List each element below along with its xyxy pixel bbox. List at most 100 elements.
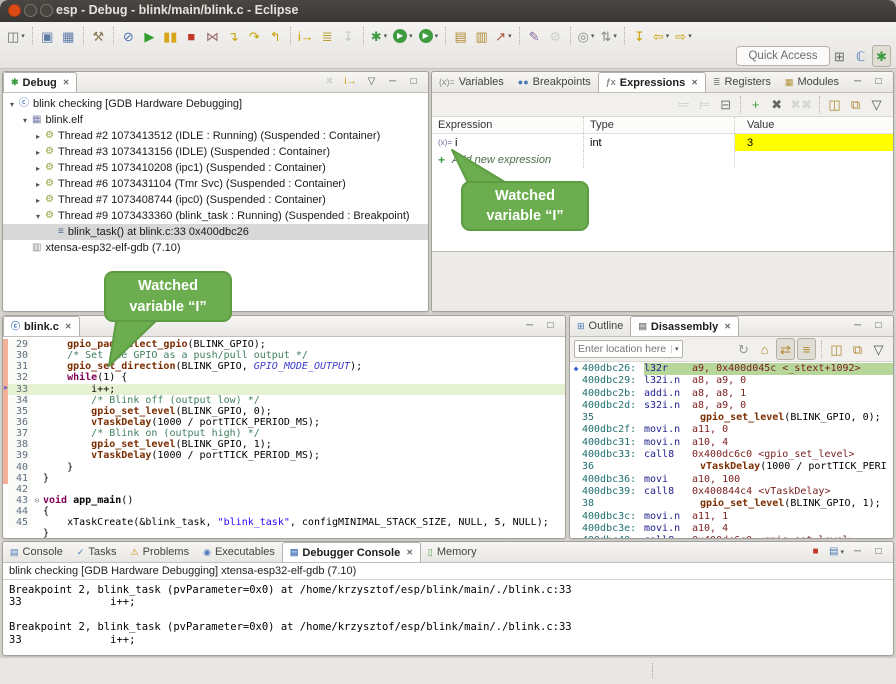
disassembly-tab-close-icon[interactable]: ✕ [724, 322, 731, 331]
minimize-view-button[interactable]: ─ [848, 73, 867, 91]
sync-with-active-context-button[interactable]: ⇄ [776, 338, 795, 360]
maximize-view-button[interactable]: □ [869, 73, 888, 91]
line-number[interactable]: 43 [8, 495, 31, 506]
new-wizard-dropdown[interactable]: ▾ [21, 33, 25, 40]
disassembly-line[interactable]: 38gpio_set_level(BLINK_GPIO, 1); [570, 498, 893, 510]
refresh-button[interactable]: ⚙ [546, 25, 565, 47]
tab-debug[interactable]: ✱Debug✕ [3, 72, 77, 92]
view-menu-button[interactable]: ▽ [869, 338, 888, 360]
line-number[interactable]: 33 [8, 384, 31, 395]
code-text[interactable]: /* Blink on (output high) */ [43, 428, 565, 439]
remove-expression-button[interactable]: ✖ [767, 94, 786, 116]
line-number[interactable]: 37 [8, 428, 31, 439]
tab-problems[interactable]: ⚠Problems [124, 542, 197, 562]
tab-outline[interactable]: ⊞Outline [570, 316, 630, 336]
code-text[interactable]: vTaskDelay(1000 / portTICK_PERIOD_MS); [43, 417, 565, 428]
disassembly-line[interactable]: 400dbc39:call80x400844c4 <vTaskDelay> [570, 486, 893, 498]
step-over-button[interactable]: ↷ [245, 25, 264, 47]
tab-tasks[interactable]: ✓Tasks [70, 542, 124, 562]
line-number[interactable]: 36 [8, 417, 31, 428]
debug-tree-item[interactable]: ▾ⓒblink checking [GDB Hardware Debugging… [3, 96, 428, 112]
code-text[interactable]: vTaskDelay(1000 / portTICK_PERIOD_MS); [43, 450, 565, 461]
code-line[interactable]: 38 gpio_set_level(BLINK_GPIO, 1); [3, 439, 565, 450]
code-text[interactable]: /* Set the GPIO as a push/pull output */ [43, 350, 565, 361]
code-line[interactable]: 44{ [3, 506, 565, 517]
debug-tree-item[interactable]: ▾⚙Thread #9 1073433360 (blink_task : Run… [3, 208, 428, 224]
debug-tree-item[interactable]: ▥xtensa-esp32-elf-gdb (7.10) [3, 240, 428, 256]
tab-breakpoints[interactable]: ●●Breakpoints [511, 72, 598, 92]
debug-button[interactable]: ✱▾ [369, 25, 389, 47]
code-line[interactable]: 39 vTaskDelay(1000 / portTICK_PERIOD_MS)… [3, 450, 565, 461]
open-new-view-button[interactable]: ⧉ [846, 94, 865, 116]
code-text[interactable]: xTaskCreate(&blink_task, "blink_task", c… [43, 517, 565, 528]
code-text[interactable]: } [43, 473, 565, 484]
open-perspective-button[interactable]: ⊞ [830, 45, 849, 67]
tab-disassembly[interactable]: ▤Disassembly✕ [630, 316, 738, 336]
location-dropdown-icon[interactable]: ▾ [671, 345, 682, 353]
view-menu-button[interactable]: ▽ [867, 94, 886, 116]
disassembly-line[interactable]: 400dbc31:movi.na10, 4 [570, 437, 893, 449]
blink-c-tab-close-icon[interactable]: ✕ [65, 322, 72, 331]
tab-memory[interactable]: ▯Memory [421, 542, 484, 562]
show-logical-structures-button[interactable]: ⊨ [695, 94, 714, 116]
back-history-dropdown[interactable]: ▾ [666, 33, 670, 40]
step-return-button[interactable]: ↰ [266, 25, 285, 47]
minimize-view-button[interactable]: ─ [848, 317, 867, 335]
debugger-console-tab-close-icon[interactable]: ✕ [406, 548, 413, 557]
code-line[interactable]: 37 /* Blink on (output high) */ [3, 428, 565, 439]
code-line[interactable]: 42 [3, 484, 565, 495]
disassembly-line[interactable]: ◆400dbc26:l32ra9, 0x400d045c <_stext+109… [570, 363, 893, 375]
code-line[interactable]: 30 /* Set the GPIO as a push/pull output… [3, 350, 565, 361]
code-line[interactable]: 33 i++;➤ [3, 384, 565, 395]
flash-target-button[interactable]: ↗▾ [493, 25, 513, 47]
code-text[interactable]: /* Blink off (output low) */ [43, 395, 565, 406]
disassembly-line[interactable]: 35gpio_set_level(BLINK_GPIO, 0); [570, 412, 893, 424]
show-debug-context-button[interactable]: ≣ [318, 25, 337, 47]
tree-expander-icon[interactable]: ▾ [7, 100, 17, 109]
format-button[interactable]: ✎ [525, 25, 544, 47]
console-output[interactable]: Breakpoint 2, blink_task (pvParameter=0x… [3, 580, 893, 650]
tree-expander-icon[interactable]: ▾ [33, 212, 43, 221]
pin-editor-dropdown[interactable]: ▾ [591, 33, 595, 40]
code-line[interactable]: 41} [3, 473, 565, 484]
build-button[interactable]: ⚒ [89, 25, 108, 47]
remove-all-terminated-button[interactable]: ✖ [320, 73, 339, 91]
cpp-perspective-button[interactable]: ℂ [851, 45, 870, 67]
code-line[interactable]: 40 } [3, 462, 565, 473]
debug-tree-item[interactable]: ▾▦blink.elf [3, 112, 428, 128]
disassembly-line[interactable]: 400dbc3c:movi.na11, 1 [570, 511, 893, 523]
column-header-value[interactable]: Value [735, 117, 893, 133]
pin-editor-button[interactable]: ◎▾ [576, 25, 597, 47]
tree-expander-icon[interactable]: ▸ [33, 180, 43, 189]
debug-tab-close-icon[interactable]: ✕ [63, 78, 70, 87]
maximize-view-button[interactable]: □ [404, 73, 423, 91]
save-all-button[interactable]: ▦ [59, 25, 78, 47]
code-line[interactable]: 43⊖void app_main() [3, 495, 565, 506]
debug-tree-item[interactable]: ≡blink_task() at blink.c:33 0x400dbc26 [3, 224, 428, 240]
tab-executables[interactable]: ◉Executables [196, 542, 282, 562]
debug-dropdown[interactable]: ▾ [384, 33, 388, 40]
tree-expander-icon[interactable]: ▸ [33, 132, 43, 141]
disassembly-line[interactable]: 400dbc2d:s32i.na8, a9, 0 [570, 400, 893, 412]
open-project-button[interactable]: ▥ [472, 25, 491, 47]
step-into-button[interactable]: ↴ [224, 25, 243, 47]
disassembly-line[interactable]: 400dbc2f:movi.na11, 0 [570, 424, 893, 436]
disconnect-button[interactable]: ⋈ [203, 25, 222, 47]
show-type-names-button[interactable]: ≔ [674, 94, 693, 116]
instruction-stepping-mode-button[interactable]: i→ [341, 73, 360, 91]
line-number[interactable]: 39 [8, 450, 31, 461]
column-header-expression[interactable]: Expression [432, 117, 584, 133]
code-text[interactable]: gpio_set_direction(BLINK_GPIO, GPIO_MODE… [43, 361, 565, 372]
code-text[interactable]: i++; [43, 384, 565, 395]
code-line[interactable]: 34 /* Blink off (output low) */ [3, 395, 565, 406]
code-line[interactable]: 32 while(1) { [3, 372, 565, 383]
add-expression-row[interactable]: + Add new expression [432, 151, 893, 168]
expression-row[interactable]: (x)=iint3 [432, 134, 893, 151]
flash-target-dropdown[interactable]: ▾ [508, 33, 512, 40]
debug-tree-item[interactable]: ▸⚙Thread #7 1073408744 (ipc0) (Suspended… [3, 192, 428, 208]
disassembly-line[interactable]: 400dbc36:movia10, 100 [570, 474, 893, 486]
tab-registers[interactable]: ≣Registers [706, 72, 778, 92]
resume-button[interactable]: ▶ [140, 25, 159, 47]
value-cell[interactable]: 3 [735, 134, 893, 151]
line-number[interactable]: 31 [8, 361, 31, 372]
